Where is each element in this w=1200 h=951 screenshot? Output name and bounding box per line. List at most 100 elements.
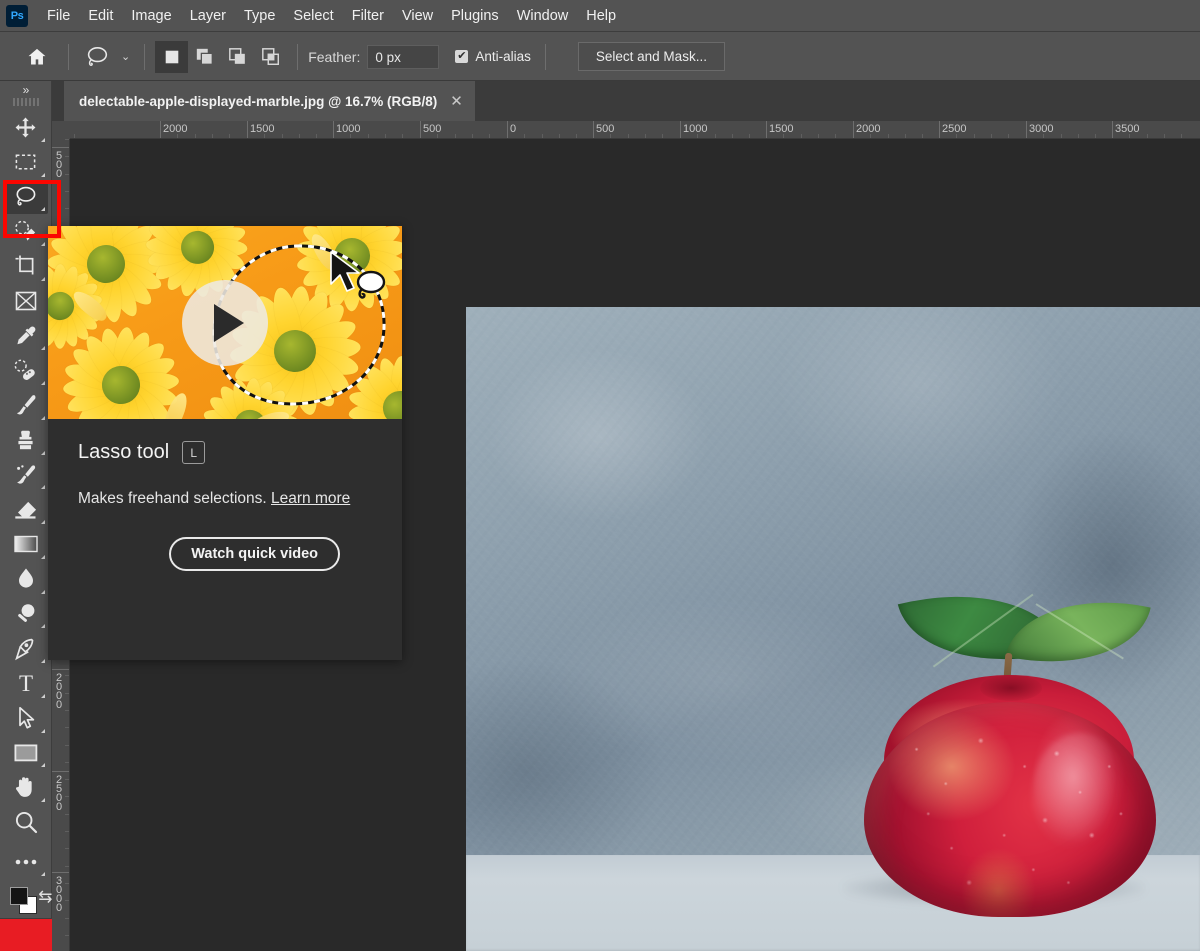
color-swatches[interactable]: ⇆ [3, 883, 53, 916]
tool-flyout-indicator [40, 415, 45, 420]
object-selection-tool[interactable] [4, 214, 48, 249]
ruler-minor-tick [65, 208, 69, 210]
clone-stamp-tool[interactable] [4, 423, 48, 458]
ruler-label: 1500 [250, 123, 275, 135]
ruler-minor-tick [697, 134, 699, 138]
pen-icon [14, 638, 33, 660]
ruler-minor-tick [384, 134, 386, 138]
leaf-vein [1035, 603, 1124, 660]
watch-quick-video-button[interactable]: Watch quick video [169, 537, 340, 571]
feather-input[interactable]: 0 px [367, 44, 440, 69]
hand-tool[interactable] [4, 770, 48, 805]
type-tool[interactable]: T [4, 666, 48, 701]
ruler-minor-tick [65, 692, 69, 694]
menu-item-select[interactable]: Select [284, 5, 342, 27]
menu-item-help[interactable]: Help [577, 5, 625, 27]
ruler-label: 0 [510, 123, 517, 135]
menu-item-file[interactable]: File [38, 5, 79, 27]
ruler-minor-tick [1043, 134, 1045, 138]
pen-tool[interactable] [4, 631, 48, 666]
tool-flyout-indicator [40, 520, 45, 525]
history-brush-tool[interactable] [4, 458, 48, 493]
intersect-with-selection-button[interactable] [254, 41, 287, 73]
menu-item-plugins[interactable]: Plugins [442, 5, 508, 27]
history-brush-icon [16, 465, 35, 484]
rectangle-tool[interactable] [4, 736, 48, 771]
brush-tool[interactable] [4, 388, 48, 423]
spot-healing-brush-tool[interactable] [4, 353, 48, 388]
menu-item-view[interactable]: View [393, 5, 442, 27]
tool-flyout-indicator [40, 207, 45, 212]
move-tool[interactable] [4, 110, 48, 145]
anti-alias-checkbox[interactable]: ✔ Anti-alias [455, 49, 531, 64]
dodge-tool[interactable] [4, 597, 48, 632]
tooltip-title-row: Lasso tool L [78, 441, 372, 464]
lasso-icon [87, 46, 108, 66]
ruler-minor-tick [489, 134, 491, 138]
learn-more-link[interactable]: Learn more [271, 490, 350, 507]
foreground-color-swatch[interactable] [9, 887, 28, 906]
brush-icon [16, 395, 35, 415]
ruler-tick [52, 669, 69, 670]
feather-label: Feather: [308, 48, 361, 65]
menu-item-image[interactable]: Image [122, 5, 180, 27]
options-separator-2 [144, 43, 146, 70]
eyedropper-icon [16, 326, 35, 345]
tool-flyout-indicator [40, 872, 45, 877]
lasso-tool[interactable] [3, 179, 48, 215]
edit-toolbar-button[interactable] [4, 845, 48, 880]
play-button[interactable] [182, 280, 268, 366]
swap-arrows-icon[interactable]: ⇆ [38, 887, 52, 907]
apple-stem-well [980, 675, 1042, 701]
frame-tool[interactable] [4, 284, 48, 319]
subtract-from-selection-button[interactable] [221, 41, 254, 73]
close-icon[interactable]: ✕ [450, 94, 463, 109]
hand-icon [16, 777, 32, 798]
horizontal-ruler[interactable]: 2000 1500 1000 500 0 500 1000 1500 2000 2500 3000 3… [52, 121, 1200, 139]
frame-icon [15, 291, 36, 311]
document-tab[interactable]: delectable-apple-displayed-marble.jpg @ … [64, 81, 475, 121]
menu-item-edit[interactable]: Edit [79, 5, 122, 27]
ruler-label: 2000 [53, 672, 65, 708]
ruler-minor-tick [65, 813, 69, 815]
new-selection-button[interactable] [155, 40, 189, 73]
ruler-minor-tick [65, 796, 69, 798]
lasso-cursor-icon [330, 251, 386, 299]
tool-preset-picker[interactable]: ⌄ [79, 43, 134, 71]
move-icon [15, 117, 36, 138]
ruler-minor-tick [65, 882, 69, 884]
ruler-label: 1500 [769, 123, 794, 135]
select-and-mask-button[interactable]: Select and Mask... [577, 42, 725, 71]
home-button[interactable] [16, 37, 58, 77]
ruler-minor-tick [990, 134, 992, 138]
document-canvas[interactable] [466, 307, 1200, 951]
toolbar-drag-handle[interactable] [12, 98, 39, 107]
eraser-tool[interactable] [4, 492, 48, 527]
ruler-minor-tick [65, 761, 69, 763]
ruler-minor-tick [783, 134, 785, 138]
ruler-minor-tick [835, 134, 837, 138]
path-selection-tool[interactable] [4, 701, 48, 736]
menu-item-type[interactable]: Type [235, 5, 284, 27]
rectangular-marquee-tool[interactable] [4, 145, 48, 180]
ruler-label: 2500 [942, 123, 967, 135]
eyedropper-tool[interactable] [4, 319, 48, 354]
ruler-minor-tick [870, 134, 872, 138]
ruler-label: 3500 [1115, 123, 1140, 135]
add-to-selection-button[interactable] [188, 41, 221, 73]
blur-tool[interactable] [4, 562, 48, 597]
tooltip-video-thumbnail[interactable] [48, 226, 402, 419]
gradient-tool[interactable] [4, 527, 48, 562]
zoom-tool[interactable] [4, 805, 48, 840]
ruler-minor-tick [298, 134, 300, 138]
crop-tool[interactable] [4, 249, 48, 284]
ruler-minor-tick [524, 134, 526, 138]
menu-item-window[interactable]: Window [508, 5, 578, 27]
ruler-minor-tick [402, 134, 404, 138]
menu-item-layer[interactable]: Layer [181, 5, 235, 27]
ruler-origin-corner[interactable] [52, 121, 70, 139]
checkbox-checked-icon: ✔ [455, 50, 469, 63]
menu-item-filter[interactable]: Filter [343, 5, 393, 27]
expand-toolbar-button[interactable]: » [0, 81, 52, 98]
active-color-strip[interactable] [0, 918, 52, 951]
